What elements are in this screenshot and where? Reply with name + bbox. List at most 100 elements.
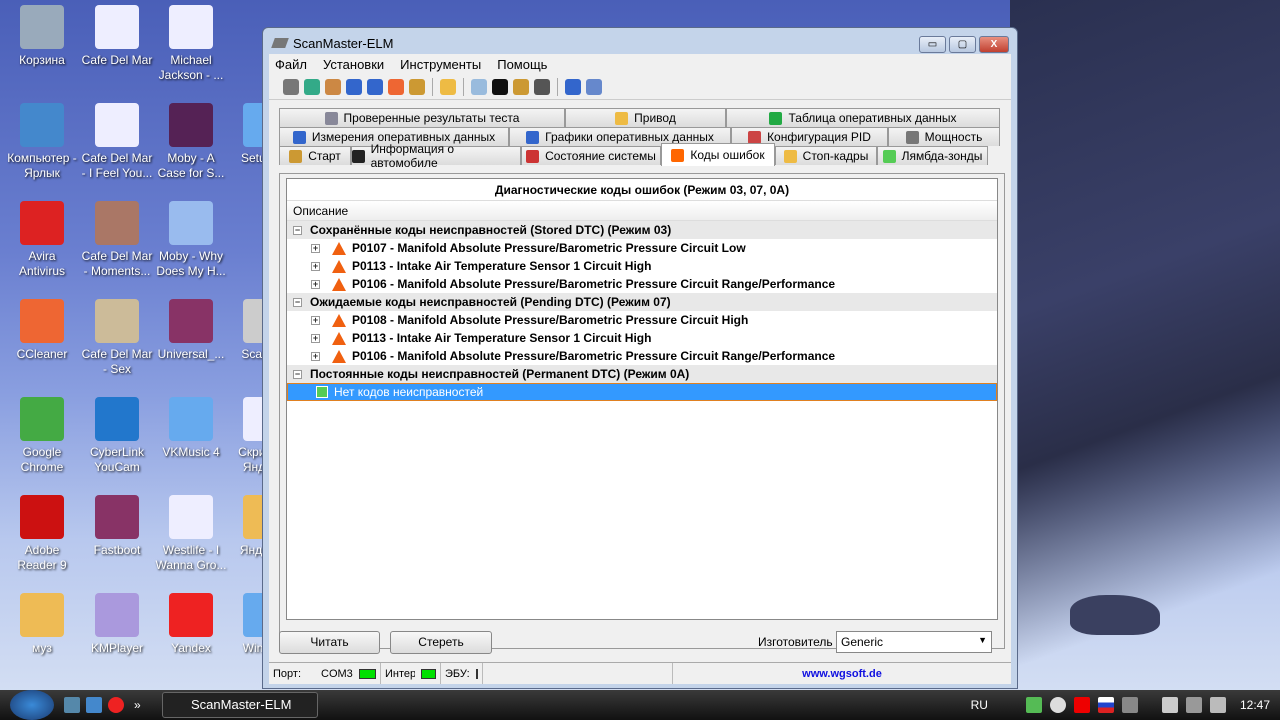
desktop-icon[interactable]: Westlife - I Wanna Gro... bbox=[154, 495, 228, 573]
menu-settings[interactable]: Установки bbox=[323, 57, 384, 72]
desktop-icon[interactable]: Cafe Del Mar - Moments... bbox=[80, 201, 154, 279]
device-icon[interactable] bbox=[513, 78, 529, 95]
network-device-icon[interactable] bbox=[1025, 697, 1042, 713]
manufacturer-select[interactable]: Generic ▼ bbox=[836, 631, 992, 653]
desktop-icon[interactable]: Компьютер - Ярлык bbox=[5, 103, 79, 181]
dtc-group[interactable]: − Ожидаемые коды неисправностей (Pending … bbox=[287, 293, 997, 311]
chart-icon[interactable] bbox=[367, 78, 383, 95]
tab-3-2[interactable]: Состояние системы bbox=[521, 146, 661, 165]
search-icon[interactable] bbox=[471, 78, 487, 95]
desktop-icon-label: Moby - Why Does My H... bbox=[156, 249, 226, 278]
network-disconnected-icon[interactable] bbox=[1185, 697, 1202, 713]
tab-1-2[interactable]: Таблица оперативных данных bbox=[726, 108, 1000, 127]
website-link[interactable]: www.wgsoft.de bbox=[802, 668, 882, 680]
pid-config-icon[interactable] bbox=[325, 78, 341, 95]
ati-icon[interactable] bbox=[1073, 697, 1090, 713]
dtc-code-row[interactable]: + P0108 - Manifold Absolute Pressure/Baro… bbox=[287, 311, 997, 329]
clock[interactable]: 12:47 bbox=[1240, 698, 1270, 712]
globe-icon[interactable] bbox=[304, 78, 320, 95]
desktop-icon-label: Google Chrome bbox=[20, 445, 64, 474]
desktop-icon-image bbox=[20, 593, 64, 637]
desktop-icon[interactable]: Fastboot bbox=[80, 495, 154, 558]
tab-3-3[interactable]: Коды ошибок bbox=[661, 143, 775, 166]
info-icon[interactable] bbox=[565, 78, 581, 95]
desktop-icon[interactable]: Michael Jackson - ... bbox=[154, 5, 228, 83]
table-icon[interactable] bbox=[346, 78, 362, 95]
port-label: Порт: bbox=[273, 667, 301, 680]
expand-icon[interactable]: + bbox=[311, 261, 320, 271]
desktop-icon[interactable]: Google Chrome bbox=[5, 397, 79, 475]
windows-icon[interactable] bbox=[388, 78, 404, 95]
gauge-icon[interactable] bbox=[534, 78, 550, 95]
dtc-group[interactable]: − Сохранённые коды неисправностей (Stored… bbox=[287, 221, 997, 239]
maximize-button[interactable]: ▢ bbox=[949, 36, 976, 53]
dtc-code-row[interactable]: + P0106 - Manifold Absolute Pressure/Baro… bbox=[287, 347, 997, 365]
dtc-code-row[interactable]: + P0106 - Manifold Absolute Pressure/Baro… bbox=[287, 275, 997, 293]
terminal-icon[interactable] bbox=[492, 78, 508, 95]
desktop-icon[interactable]: Moby - A Case for S... bbox=[154, 103, 228, 181]
menu-file[interactable]: Файл bbox=[275, 57, 307, 72]
desktop-icon[interactable]: Cafe Del Mar - Sex bbox=[80, 299, 154, 377]
desktop-icon[interactable]: CyberLink YouCam bbox=[80, 397, 154, 475]
show-desktop-icon[interactable] bbox=[64, 697, 80, 713]
desktop-icon[interactable]: KMPlayer bbox=[80, 593, 154, 656]
connect-icon[interactable] bbox=[283, 78, 299, 95]
clipboard-icon[interactable] bbox=[440, 78, 456, 95]
dtc-code-row[interactable]: + P0113 - Intake Air Temperature Sensor 1… bbox=[287, 329, 997, 347]
desktop-icon-label: Avira Antivirus bbox=[18, 249, 65, 278]
yandex-icon[interactable] bbox=[108, 697, 124, 713]
desktop-icon[interactable]: Cafe Del Mar bbox=[80, 5, 154, 68]
power-icon[interactable] bbox=[1161, 697, 1178, 713]
volume-icon[interactable] bbox=[1209, 697, 1226, 713]
collapse-icon[interactable]: − bbox=[293, 369, 302, 379]
desktop-icon[interactable]: Yandex bbox=[154, 593, 228, 656]
explorer-icon[interactable] bbox=[86, 697, 102, 713]
tab-3-5[interactable]: Лямбда-зонды bbox=[877, 146, 988, 165]
toolbar-separator bbox=[463, 77, 464, 96]
desktop-icon-label: Michael Jackson - ... bbox=[158, 53, 224, 82]
tab-3-0[interactable]: Старт bbox=[279, 146, 351, 165]
clear-button[interactable]: Стереть bbox=[390, 631, 492, 654]
tab-2-3[interactable]: Мощность bbox=[888, 127, 1000, 146]
tab-3-1[interactable]: Информация о автомобиле bbox=[351, 142, 521, 170]
expand-icon[interactable]: + bbox=[311, 279, 320, 289]
minimize-button[interactable]: ▭ bbox=[919, 36, 946, 53]
desktop-icon[interactable]: Корзина bbox=[5, 5, 79, 68]
desktop-icon[interactable]: Moby - Why Does My H... bbox=[154, 201, 228, 279]
dtc-code-row[interactable]: + P0107 - Manifold Absolute Pressure/Baro… bbox=[287, 239, 997, 257]
read-button[interactable]: Читать bbox=[279, 631, 380, 654]
desktop-icon[interactable]: CCleaner bbox=[5, 299, 79, 362]
tab-1-0[interactable]: Проверенные результаты теста bbox=[279, 108, 565, 127]
dtc-group[interactable]: − Постоянные коды неисправностей (Permane… bbox=[287, 365, 997, 383]
column-description[interactable]: Описание bbox=[287, 201, 997, 221]
desktop-icon[interactable]: VKMusic 4 bbox=[154, 397, 228, 460]
tab-3-4[interactable]: Стоп-кадры bbox=[775, 146, 877, 165]
close-button[interactable]: X bbox=[979, 36, 1009, 53]
overflow-chevron-icon[interactable]: » bbox=[134, 698, 141, 712]
desktop-icon[interactable]: Avira Antivirus bbox=[5, 201, 79, 279]
desktop-icon[interactable]: муз bbox=[5, 593, 79, 656]
manufacturer-value: Generic bbox=[841, 635, 884, 649]
expand-icon[interactable]: + bbox=[311, 333, 320, 343]
expand-icon[interactable]: + bbox=[311, 351, 320, 361]
menu-tools[interactable]: Инструменты bbox=[400, 57, 481, 72]
desktop-icon[interactable]: Adobe Reader 9 bbox=[5, 495, 79, 573]
russian-flag-icon[interactable] bbox=[1097, 697, 1114, 713]
cloud-icon[interactable] bbox=[1049, 697, 1066, 713]
expand-icon[interactable]: + bbox=[311, 315, 320, 325]
tab-1-1[interactable]: Привод bbox=[565, 108, 726, 127]
dtc-code-row[interactable]: + P0113 - Intake Air Temperature Sensor 1… bbox=[287, 257, 997, 275]
language-indicator[interactable]: RU bbox=[971, 698, 988, 712]
collapse-icon[interactable]: − bbox=[293, 297, 302, 307]
person-icon[interactable] bbox=[409, 78, 425, 95]
collapse-icon[interactable]: − bbox=[293, 225, 302, 235]
start-button[interactable] bbox=[10, 690, 54, 720]
menu-help[interactable]: Помощь bbox=[497, 57, 547, 72]
expand-icon[interactable]: + bbox=[311, 243, 320, 253]
exit-icon[interactable] bbox=[586, 78, 602, 95]
no-codes-row[interactable]: Нет кодов неисправностей bbox=[287, 383, 997, 401]
desktop-icon[interactable]: Universal_... bbox=[154, 299, 228, 362]
desktop-icon[interactable]: Cafe Del Mar - I Feel You... bbox=[80, 103, 154, 181]
taskbar-scanmaster[interactable]: ScanMaster-ELM bbox=[162, 692, 318, 718]
calendar-icon[interactable] bbox=[1121, 697, 1138, 713]
